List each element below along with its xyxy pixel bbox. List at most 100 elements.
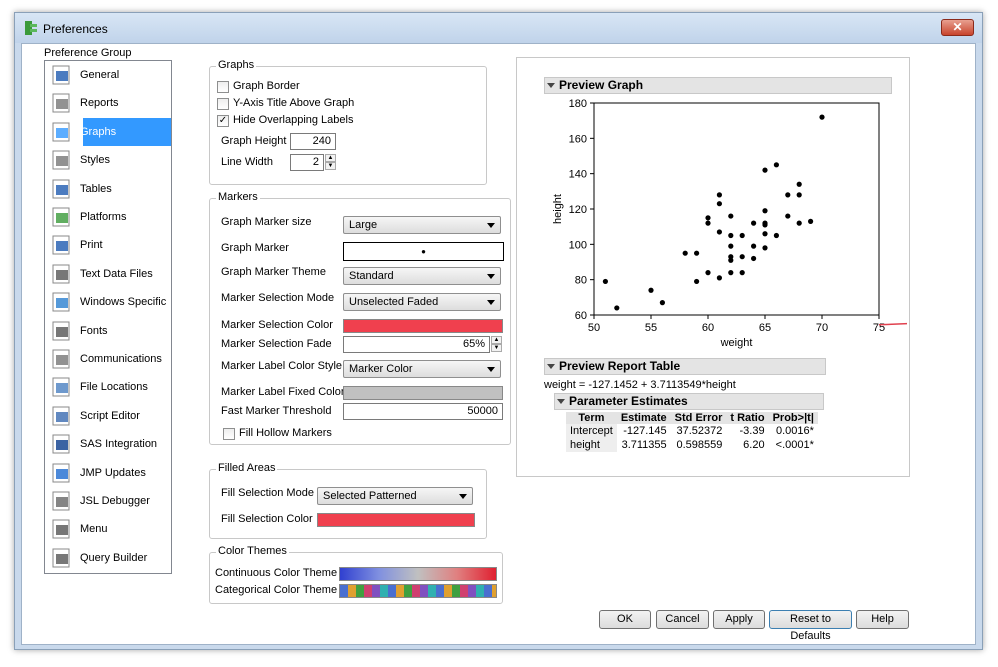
data-point	[728, 213, 734, 219]
apply-button[interactable]: Apply	[713, 610, 765, 629]
sidebar-item-windows-specific[interactable]: Windows Specific	[45, 288, 171, 316]
sidebar-item-jsl-debugger[interactable]: JSL Debugger	[45, 487, 171, 515]
sidebar-item-script-editor[interactable]: Script Editor	[45, 402, 171, 430]
line-width-spinner[interactable]: ▲ ▼	[325, 154, 336, 171]
y-tick-label: 140	[569, 169, 587, 181]
data-point	[819, 114, 825, 120]
data-point	[659, 300, 665, 306]
help-button[interactable]: Help	[856, 610, 909, 629]
sidebar-item-label: Styles	[80, 154, 110, 167]
graph-height-input[interactable]: 240	[290, 133, 336, 150]
fill-color-label: Fill Selection Color	[221, 513, 313, 525]
preview-report-title: Preview Report Table	[559, 359, 681, 373]
y-axis-title-label: Y-Axis Title Above Graph	[233, 97, 355, 109]
graph-border-label: Graph Border	[233, 80, 300, 92]
table-cell: height	[566, 438, 617, 452]
sidebar-item-general[interactable]: General	[45, 61, 171, 89]
text-data-files-icon	[50, 262, 74, 286]
sidebar-item-tables[interactable]: Tables	[45, 175, 171, 203]
ok-button[interactable]: OK	[599, 610, 651, 629]
marker-size-select[interactable]: Large	[343, 216, 501, 234]
markers-legend: Markers	[216, 191, 260, 203]
marker-theme-select[interactable]: Standard	[343, 267, 501, 285]
graph-marker-label: Graph Marker	[221, 242, 289, 254]
label-color-style-select[interactable]: Marker Color	[343, 360, 501, 378]
sidebar-item-jmp-updates[interactable]: JMP Updates	[45, 459, 171, 487]
data-point	[773, 232, 779, 239]
data-point	[716, 201, 722, 207]
sidebar-item-label: Reports	[80, 97, 119, 110]
y-axis-title-checkbox[interactable]	[217, 98, 229, 110]
y-tick-label: 60	[575, 310, 587, 322]
fast-threshold-input[interactable]: 50000	[343, 403, 503, 420]
line-width-input[interactable]: 2	[290, 154, 324, 171]
preview-report-header[interactable]: Preview Report Table	[544, 358, 826, 375]
sidebar-item-styles[interactable]: Styles	[45, 146, 171, 174]
data-point	[785, 213, 791, 219]
marker-size-label: Graph Marker size	[221, 216, 312, 228]
table-cell: -3.39	[739, 425, 765, 437]
selection-mode-select[interactable]: Unselected Faded	[343, 293, 501, 311]
selection-color-swatch[interactable]	[343, 319, 503, 333]
fill-mode-select[interactable]: Selected Patterned	[317, 487, 473, 505]
data-point	[716, 275, 722, 281]
dialog-body: Preference Group General Reports Graphs Sty…	[21, 43, 976, 645]
color-themes-group: Color Themes Continuous Color Theme Cate…	[209, 545, 503, 604]
x-tick-label: 55	[645, 322, 657, 334]
parameter-estimates-header[interactable]: Parameter Estimates	[554, 393, 824, 410]
fill-color-swatch[interactable]	[317, 513, 475, 527]
continuous-theme-swatch[interactable]	[339, 567, 497, 581]
sas-integration-icon	[50, 432, 74, 456]
reset-defaults-button[interactable]: Reset to Defaults	[769, 610, 852, 642]
fill-hollow-checkbox[interactable]	[223, 428, 235, 440]
sidebar-item-reports[interactable]: Reports	[45, 89, 171, 117]
table-cell: Intercept	[566, 424, 617, 438]
preview-graph-header[interactable]: Preview Graph	[544, 77, 892, 94]
column-header: Prob>|t|	[768, 412, 818, 424]
sidebar-item-graphs[interactable]: Graphs	[52, 117, 171, 146]
sidebar-item-label: Query Builder	[80, 551, 148, 564]
selection-color-label: Marker Selection Color	[221, 319, 333, 331]
x-tick-label: 60	[702, 322, 714, 334]
graph-height-label: Graph Height	[221, 135, 287, 147]
close-button[interactable]: ✕	[941, 19, 974, 36]
sidebar-item-fonts[interactable]: Fonts	[45, 317, 171, 345]
data-point	[808, 218, 814, 224]
data-point	[739, 254, 745, 260]
data-point	[728, 270, 734, 276]
data-point	[716, 229, 722, 235]
sidebar-item-platforms[interactable]: Platforms	[45, 203, 171, 231]
table-cell: 37.52372	[676, 425, 723, 437]
sidebar-item-label: Windows Specific	[80, 296, 167, 309]
cancel-button[interactable]: Cancel	[656, 610, 709, 629]
sidebar-item-file-locations[interactable]: File Locations	[45, 373, 171, 401]
preference-group-list: General Reports Graphs Styles Tables Platform…	[44, 60, 172, 574]
platforms-icon	[50, 205, 74, 229]
sidebar-item-menu[interactable]: Menu	[45, 515, 171, 543]
sidebar-item-query-builder[interactable]: Query Builder	[45, 544, 171, 572]
graphs-group: Graphs Graph Border Y-Axis Title Above G…	[209, 59, 487, 185]
sidebar-item-label: General	[80, 69, 120, 81]
selection-mode-label: Marker Selection Mode	[221, 292, 335, 304]
hide-overlapping-checkbox[interactable]: ✓	[217, 115, 229, 127]
line-width-label: Line Width	[221, 156, 273, 168]
sidebar-item-label: Graphs	[80, 125, 117, 138]
selection-fade-input[interactable]: 65%	[343, 336, 490, 353]
y-tick-label: 120	[569, 204, 587, 216]
selection-fade-spinner[interactable]: ▲ ▼	[491, 336, 502, 353]
label-fixed-color-swatch[interactable]	[343, 386, 503, 400]
sidebar-item-print[interactable]: Print	[45, 231, 171, 259]
sidebar-item-communications[interactable]: Communications	[45, 345, 171, 373]
parameter-estimates-title: Parameter Estimates	[569, 394, 688, 408]
graph-marker-picker[interactable]: ●	[343, 242, 504, 261]
categorical-theme-swatch[interactable]	[339, 584, 497, 598]
graphs-icon	[50, 120, 74, 144]
hide-overlapping-label: Hide Overlapping Labels	[233, 114, 354, 126]
graph-border-checkbox[interactable]	[217, 81, 229, 93]
data-point	[682, 250, 688, 256]
label-fixed-color-label: Marker Label Fixed Color	[221, 386, 345, 398]
sidebar-item-text-data-files[interactable]: Text Data Files	[45, 260, 171, 288]
sidebar-item-label: Communications	[80, 353, 162, 365]
sidebar-item-sas-integration[interactable]: SAS Integration	[45, 430, 171, 458]
table-cell: 0.598559	[676, 439, 723, 451]
